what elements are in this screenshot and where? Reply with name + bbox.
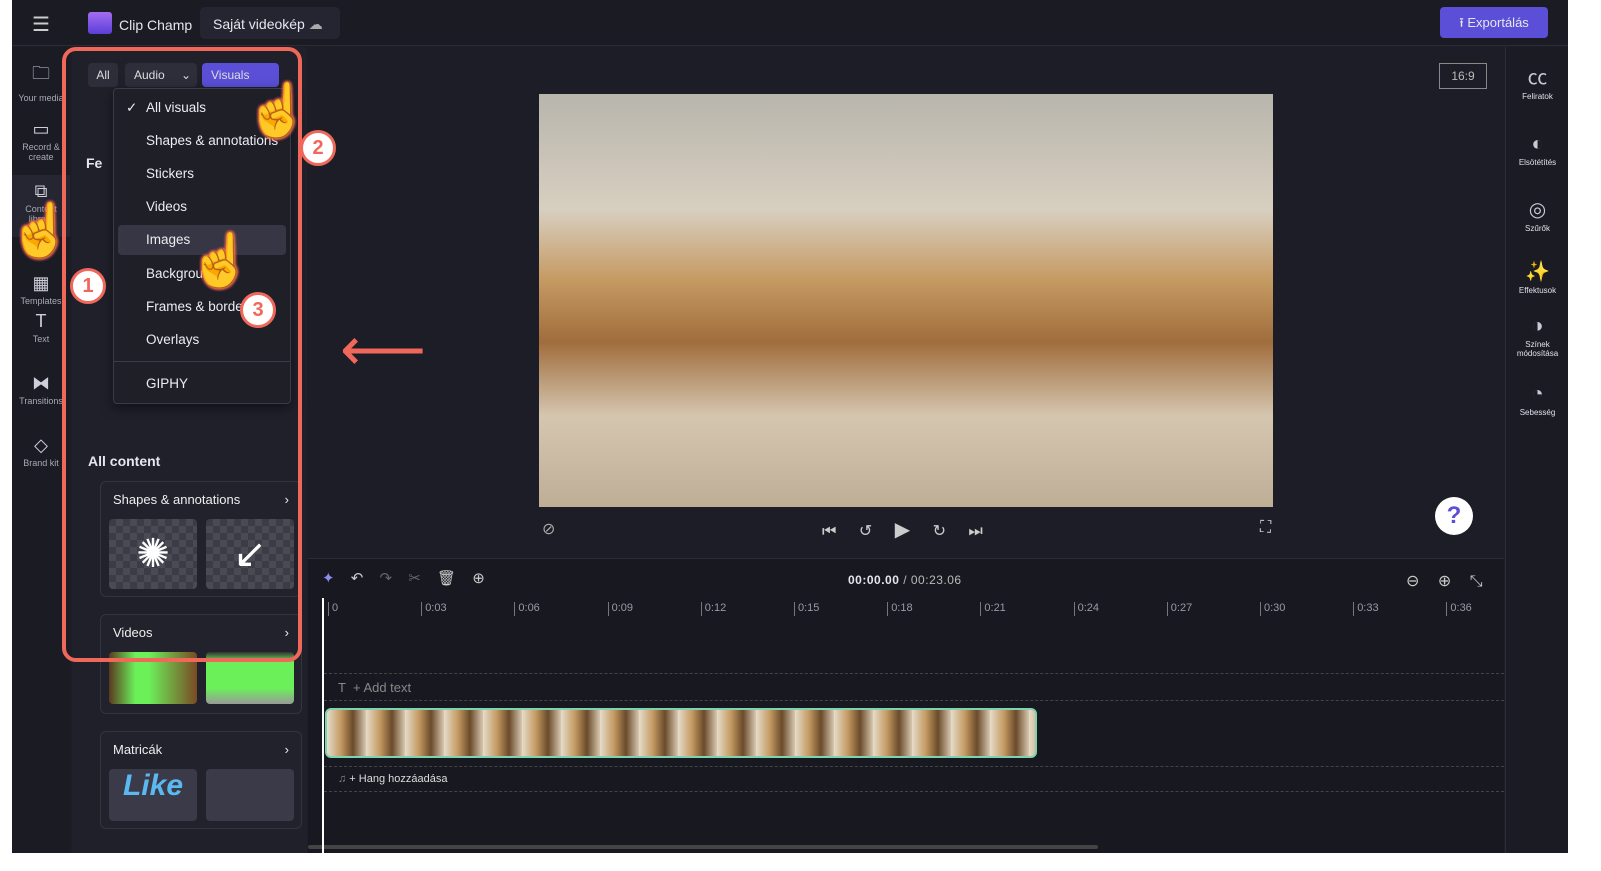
audio-track[interactable]: ♫ + Hang hozzáadása bbox=[324, 766, 1504, 792]
project-title[interactable]: Saját videokép ☁ bbox=[200, 7, 340, 39]
project-title-text: Saját videokép bbox=[213, 16, 305, 32]
ruler-tick: 0:30 bbox=[1260, 602, 1285, 616]
rewind-5-icon[interactable]: ↺ bbox=[859, 523, 872, 540]
timeline-toolbar: ✦ ↶ ↷ ✂ 🗑 ⊕ bbox=[322, 569, 485, 587]
ruler-tick: 0:03 bbox=[421, 602, 447, 616]
right-item-label: Elsötétítés bbox=[1518, 158, 1557, 167]
right-item-captions[interactable]: ㏄ Feliratok bbox=[1506, 61, 1569, 101]
help-button[interactable]: ? bbox=[1435, 497, 1473, 535]
add-text-label: + Add text bbox=[352, 680, 412, 695]
camera-off-icon[interactable]: ⊘ bbox=[542, 519, 555, 539]
pointer-hand-icon: ☝ bbox=[245, 82, 310, 140]
right-item-label: Effektusok bbox=[1518, 286, 1557, 295]
nav-label: Brand kit bbox=[23, 458, 59, 468]
filters-icon: ◎ bbox=[1528, 199, 1547, 221]
nav-label: Transitions bbox=[19, 396, 63, 406]
ruler-tick: 0:36 bbox=[1446, 602, 1472, 616]
like-sticker-thumbnail[interactable]: Like bbox=[109, 769, 197, 821]
captions-icon: ㏄ bbox=[1527, 67, 1548, 89]
ruler-tick: 0:12 bbox=[700, 602, 726, 616]
text-track-icon: T bbox=[338, 680, 346, 695]
ruler-tick: 0:27 bbox=[1166, 602, 1192, 616]
fullscreen-icon[interactable]: ⛶ bbox=[1260, 519, 1271, 537]
color-adjust-icon: ◑ bbox=[1531, 315, 1544, 337]
zoom-out-icon[interactable]: ⊖ bbox=[1406, 573, 1419, 590]
fit-icon[interactable]: ⤡ bbox=[1470, 573, 1483, 590]
nav-label: Templates bbox=[20, 296, 62, 306]
right-item-label: Sebesség bbox=[1519, 408, 1556, 417]
right-item-fade[interactable]: ◐ Elsötétítés bbox=[1506, 133, 1569, 167]
zoom-in-icon[interactable]: ⊕ bbox=[1438, 573, 1451, 590]
right-item-filters[interactable]: ◎ Szűrők bbox=[1506, 197, 1569, 233]
comment-sticker-thumbnail[interactable] bbox=[206, 769, 294, 821]
video-clip[interactable] bbox=[325, 708, 1037, 758]
category-card-stickers[interactable]: Matricák › Like bbox=[100, 731, 302, 829]
annotation-arrow-icon: ⟵ bbox=[340, 316, 427, 383]
right-item-color[interactable]: ◑ Színek módosítása bbox=[1506, 315, 1569, 358]
add-media-icon[interactable]: ⊕ bbox=[472, 570, 485, 587]
aspect-ratio-button[interactable]: 16:9 bbox=[1439, 63, 1487, 89]
zoom-controls: ⊖ ⊕ ⤡ bbox=[1406, 571, 1483, 591]
right-item-effects[interactable]: ✨ Effektusok bbox=[1506, 259, 1569, 295]
right-item-label: Feliratok bbox=[1522, 92, 1553, 101]
redo-icon[interactable]: ↷ bbox=[380, 570, 393, 587]
nav-label: Your media bbox=[18, 93, 64, 103]
time-display: 00:00.00 / 00:23.06 bbox=[848, 573, 962, 587]
skip-forward-icon[interactable]: ⏭ bbox=[968, 523, 982, 540]
pointer-hand-icon: ☝ bbox=[8, 202, 73, 260]
delete-icon[interactable]: 🗑 bbox=[437, 570, 456, 587]
card-title: Matricák bbox=[113, 742, 163, 757]
ruler-tick: 0:06 bbox=[514, 602, 540, 616]
total-time: / 00:23.06 bbox=[903, 573, 962, 587]
right-item-label: Szűrők bbox=[1525, 224, 1550, 233]
app-name: Clip Champ bbox=[119, 17, 193, 33]
chevron-right-icon: › bbox=[284, 742, 289, 757]
export-label: Exportálás bbox=[1467, 15, 1529, 30]
clipchamp-logo-icon bbox=[88, 12, 112, 34]
speed-icon: ◔ bbox=[1531, 383, 1544, 405]
play-icon[interactable]: ▶ bbox=[895, 519, 910, 541]
ruler-tick: 0 bbox=[328, 602, 338, 616]
music-note-icon: ♫ bbox=[338, 773, 347, 785]
ruler-tick: 0:24 bbox=[1073, 602, 1099, 616]
text-track[interactable]: T + Add text bbox=[324, 673, 1504, 701]
export-button[interactable]: ⭱ Exportálás bbox=[1440, 7, 1548, 38]
horizontal-scrollbar[interactable] bbox=[308, 845, 1098, 849]
add-audio-label: Hang hozzáadása bbox=[358, 773, 448, 785]
right-item-speed[interactable]: ◔ Sebesség bbox=[1506, 383, 1569, 417]
current-time: 00:00.00 bbox=[848, 573, 900, 587]
magic-icon[interactable]: ✦ bbox=[322, 570, 335, 587]
playhead[interactable] bbox=[322, 598, 324, 853]
right-sidebar: ㏄ Feliratok ◐ Elsötétítés ◎ Szűrők ✨ Effektu… bbox=[1505, 47, 1568, 853]
ruler-tick: 0:09 bbox=[607, 602, 633, 616]
fade-icon: ◐ bbox=[1531, 133, 1544, 155]
top-bar: ☰ Clip Champ Saját videokép ☁ ⭱ Exportál… bbox=[12, 0, 1568, 46]
cut-icon[interactable]: ✂ bbox=[408, 570, 421, 587]
ruler-tick: 0:21 bbox=[980, 602, 1006, 616]
step-badge-1: 1 bbox=[70, 268, 106, 304]
ruler-tick: 0:15 bbox=[794, 602, 819, 616]
hamburger-menu-icon[interactable]: ☰ bbox=[32, 12, 50, 37]
playback-controls: ⏮ ↺ ▶ ↻ ⏭ bbox=[822, 517, 983, 542]
pointer-hand-icon: ☝ bbox=[188, 232, 253, 290]
forward-5-icon[interactable]: ↻ bbox=[933, 523, 946, 540]
ruler-tick: 0:18 bbox=[887, 602, 913, 616]
nav-label: Record & create bbox=[22, 142, 60, 162]
step-badge-3: 3 bbox=[240, 292, 276, 328]
upload-icon: ⭱ bbox=[1459, 15, 1464, 30]
right-item-label: Színek módosítása bbox=[1516, 340, 1559, 358]
cloud-off-icon: ☁ bbox=[308, 16, 323, 32]
video-preview[interactable] bbox=[539, 94, 1273, 507]
nav-label: Text bbox=[32, 334, 50, 344]
step-badge-2: 2 bbox=[300, 130, 336, 166]
effects-icon: ✨ bbox=[1525, 261, 1550, 283]
undo-icon[interactable]: ↶ bbox=[351, 570, 364, 587]
ruler-tick: 0:33 bbox=[1353, 602, 1379, 616]
skip-back-icon[interactable]: ⏮ bbox=[822, 523, 836, 540]
